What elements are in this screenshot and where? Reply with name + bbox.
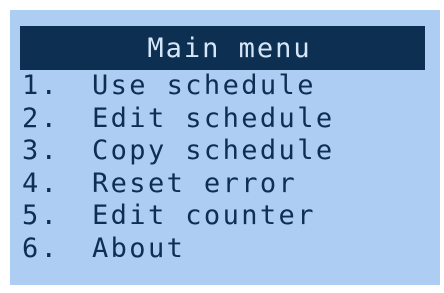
menu-item-number: 5.: [22, 200, 60, 231]
menu-item-number: 2.: [22, 102, 60, 134]
menu-item-number: 3.: [22, 135, 60, 166]
menu-item-number: 4.: [22, 167, 60, 199]
lcd-screen: Main menu 1. Use schedule 2. Edit schedule…: [10, 10, 440, 285]
menu-item-label: Use schedule: [92, 70, 316, 101]
menu-item-about[interactable]: 6. About: [22, 233, 335, 266]
device-frame: Main menu 1. Use schedule 2. Edit schedule…: [0, 0, 444, 293]
menu-item-edit-counter[interactable]: 5. Edit counter: [22, 200, 335, 233]
menu-item-reset-error[interactable]: 4. Reset error: [22, 168, 335, 201]
menu-item-label: About: [92, 232, 186, 264]
menu-item-edit-schedule[interactable]: 2. Edit schedule: [22, 103, 335, 136]
menu-list: 1. Use schedule 2. Edit schedule 3. Copy sc…: [22, 70, 335, 265]
menu-item-label: Edit counter: [92, 200, 316, 231]
menu-item-number: 6.: [22, 232, 60, 264]
menu-title-bar: Main menu: [20, 26, 425, 70]
menu-item-use-schedule[interactable]: 1. Use schedule: [22, 70, 335, 103]
menu-item-copy-schedule[interactable]: 3. Copy schedule: [22, 135, 335, 168]
menu-item-label: Reset error: [92, 167, 298, 199]
menu-item-label: Copy schedule: [92, 135, 335, 166]
menu-title: Main menu: [147, 32, 312, 64]
menu-item-label: Edit schedule: [92, 102, 335, 134]
menu-item-number: 1.: [22, 70, 60, 101]
